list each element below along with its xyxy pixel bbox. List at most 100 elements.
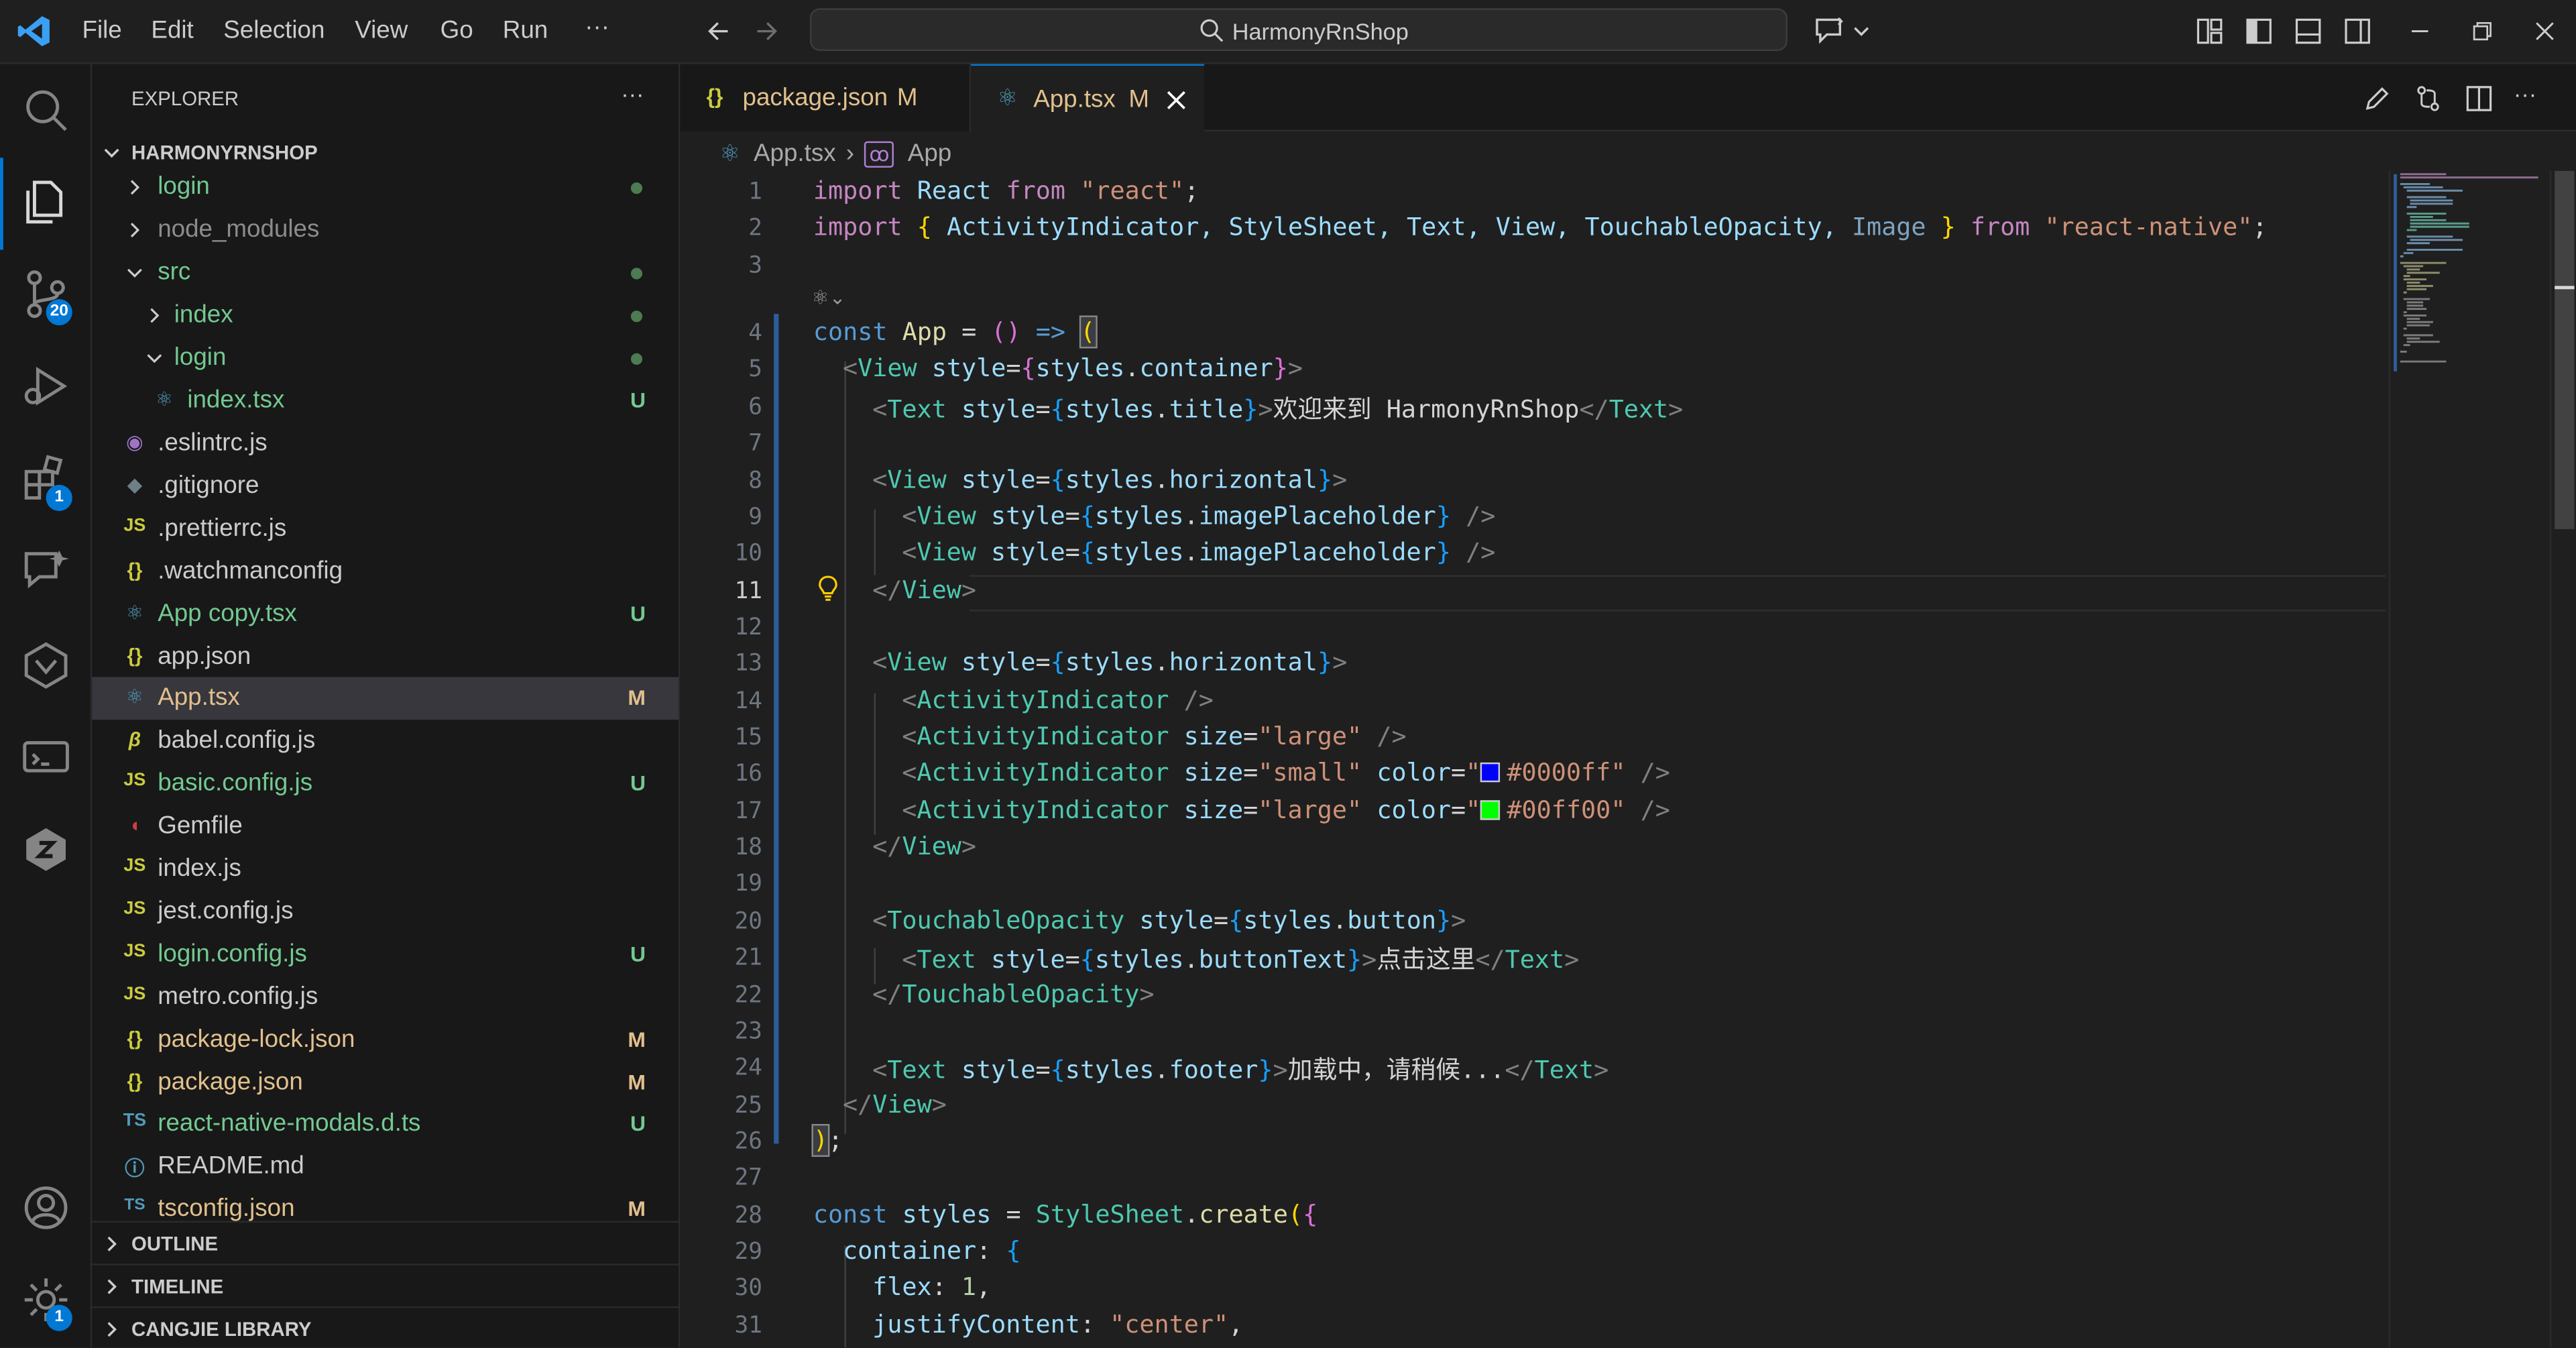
- tree-item-label: index.tsx: [187, 386, 285, 414]
- react-file-icon: ⚛: [997, 83, 1018, 111]
- tab-package-json[interactable]: {} package.json M: [680, 64, 972, 132]
- tree-folder-src[interactable]: src: [92, 251, 679, 294]
- timeline-section-header[interactable]: TIMELINE: [92, 1263, 679, 1306]
- menu-file[interactable]: File: [82, 17, 122, 45]
- tree-folder-login[interactable]: login: [92, 166, 679, 209]
- command-center-label: HarmonyRnShop: [1232, 17, 1409, 45]
- git-status-badge: M: [628, 685, 646, 710]
- codelens-component-icon[interactable]: ⚛⌄: [811, 286, 845, 308]
- close-window-icon[interactable]: [2530, 17, 2559, 46]
- tree-folder-login-src[interactable]: login: [92, 337, 679, 380]
- tree-file-tsconfig[interactable]: TS tsconfig.json M: [92, 1188, 679, 1221]
- line-number: 5: [748, 356, 762, 383]
- tree-item-label: basic.config.js: [158, 769, 313, 797]
- tree-file-package-lock[interactable]: {} package-lock.json M: [92, 1019, 679, 1062]
- tree-file-gemfile[interactable]: ◖ Gemfile: [92, 805, 679, 848]
- tree-file-metro-config[interactable]: JS metro.config.js: [92, 976, 679, 1019]
- breadcrumb-file[interactable]: App.tsx: [754, 139, 836, 168]
- explorer-sidebar: EXPLORER ··· HARMONYRNSHOP login node_mo…: [92, 64, 681, 1348]
- editor-tab-bar: {} package.json M ⚛ App.tsx M ···: [680, 64, 2576, 132]
- tree-file-gitignore[interactable]: ◆ .gitignore: [92, 465, 679, 508]
- tsconfig-file-icon: TS: [124, 1196, 145, 1215]
- explorer-files-icon[interactable]: [19, 176, 72, 228]
- js-file-icon: JS: [123, 856, 146, 876]
- customize-layout-icon[interactable]: [2195, 17, 2225, 46]
- tree-file-index-tsx[interactable]: ⚛ index.tsx U: [92, 380, 679, 423]
- menu-go[interactable]: Go: [441, 17, 473, 45]
- harmony-extension-icon[interactable]: [19, 824, 72, 876]
- tree-folder-node-modules[interactable]: node_modules: [92, 209, 679, 251]
- line-number: 8: [748, 468, 762, 495]
- tree-item-label: package-lock.json: [158, 1025, 355, 1054]
- json-file-icon: {}: [706, 83, 723, 109]
- tree-file-babel-config[interactable]: β babel.config.js: [92, 720, 679, 763]
- copilot-chat-icon[interactable]: [1814, 15, 1873, 48]
- tree-file-watchmanconfig[interactable]: {} .watchmanconfig: [92, 551, 679, 594]
- line-number: 18: [734, 834, 762, 861]
- color-swatch-green[interactable]: [1480, 800, 1501, 820]
- toggle-panel-icon[interactable]: [2294, 17, 2323, 46]
- toggle-secondary-sidebar-icon[interactable]: [2343, 17, 2372, 46]
- arkts-devtools-icon[interactable]: [19, 639, 72, 691]
- tab-app-tsx[interactable]: ⚛ App.tsx M: [971, 64, 1205, 132]
- split-editor-icon[interactable]: [2464, 84, 2494, 113]
- explorer-more-actions-icon[interactable]: ···: [621, 80, 644, 107]
- minimap[interactable]: [2388, 170, 2549, 1348]
- lightbulb-icon[interactable]: [817, 575, 839, 602]
- tree-file-index-js[interactable]: JS index.js: [92, 848, 679, 891]
- tree-file-react-native-modals[interactable]: TS react-native-modals.d.ts U: [92, 1103, 679, 1145]
- tree-file-package-json[interactable]: {} package.json M: [92, 1062, 679, 1105]
- tree-file-prettierrc[interactable]: JS .prettierrc.js: [92, 508, 679, 551]
- tree-item-label: login.config.js: [158, 940, 307, 968]
- command-center-search[interactable]: HarmonyRnShop: [809, 8, 1788, 51]
- tree-item-label: .watchmanconfig: [158, 557, 343, 585]
- more-actions-icon[interactable]: ···: [2514, 80, 2536, 107]
- line-number: 29: [734, 1239, 762, 1266]
- remote-explorer-icon[interactable]: [19, 731, 72, 783]
- tree-file-eslintrc[interactable]: ◉ .eslintrc.js: [92, 423, 679, 465]
- edit-pencil-icon[interactable]: [2362, 84, 2392, 113]
- outline-section-header[interactable]: OUTLINE: [92, 1221, 679, 1264]
- search-icon[interactable]: [19, 84, 72, 136]
- forward-arrow-icon[interactable]: [752, 17, 782, 46]
- chat-icon[interactable]: [19, 544, 72, 596]
- menu-run[interactable]: Run: [503, 17, 548, 45]
- menu-edit[interactable]: Edit: [151, 17, 193, 45]
- tree-folder-index[interactable]: index: [92, 294, 679, 337]
- tree-file-readme[interactable]: ⓘ README.md: [92, 1145, 679, 1188]
- code-line-31: justifyContent: "center",: [872, 1309, 1244, 1339]
- chevron-down-icon: [104, 148, 119, 158]
- run-debug-icon[interactable]: [19, 360, 72, 412]
- tree-file-jest-config[interactable]: JS jest.config.js: [92, 891, 679, 934]
- indent-guide: [874, 693, 876, 835]
- cangjie-library-section-header[interactable]: CANGJIE LIBRARY: [92, 1306, 679, 1347]
- back-arrow-icon[interactable]: [703, 17, 733, 46]
- line-number: 17: [734, 798, 762, 826]
- breadcrumb-symbol[interactable]: App: [908, 139, 951, 168]
- git-status-badge: U: [630, 771, 646, 795]
- minimize-icon[interactable]: [2405, 17, 2435, 46]
- vertical-scrollbar[interactable]: [2549, 170, 2576, 1348]
- code-editor[interactable]: ⚛ App.tsx › ꝏ App 1 2 3 4 5 6 7 8 9 10 1…: [680, 131, 2576, 1348]
- tree-file-app-json[interactable]: {} app.json: [92, 636, 679, 679]
- menu-selection[interactable]: Selection: [223, 17, 325, 45]
- tree-file-app-tsx[interactable]: ⚛ App.tsx M: [92, 677, 679, 720]
- tree-file-app-copy-tsx[interactable]: ⚛ App copy.tsx U: [92, 594, 679, 636]
- compare-changes-icon[interactable]: [2413, 84, 2443, 113]
- close-tab-icon[interactable]: [1165, 89, 1187, 111]
- menu-more[interactable]: ···: [585, 13, 609, 42]
- toggle-primary-sidebar-icon[interactable]: [2244, 17, 2274, 46]
- cangjie-library-section-label: CANGJIE LIBRARY: [131, 1318, 312, 1341]
- tree-item-label: babel.config.js: [158, 726, 316, 754]
- code-line-4: const App = () => (: [813, 315, 1097, 349]
- code-line-2: import { ActivityIndicator, StyleSheet, …: [813, 212, 2268, 242]
- account-icon[interactable]: [19, 1182, 72, 1234]
- scrollbar-thumb[interactable]: [2555, 170, 2575, 529]
- color-swatch-blue[interactable]: [1480, 762, 1501, 783]
- tab-status: M: [896, 83, 918, 112]
- tree-file-login-config[interactable]: JS login.config.js U: [92, 934, 679, 976]
- restore-icon[interactable]: [2467, 17, 2497, 46]
- tree-file-basic-config[interactable]: JS basic.config.js U: [92, 763, 679, 805]
- line-number: 30: [734, 1275, 762, 1302]
- menu-view[interactable]: View: [355, 17, 408, 45]
